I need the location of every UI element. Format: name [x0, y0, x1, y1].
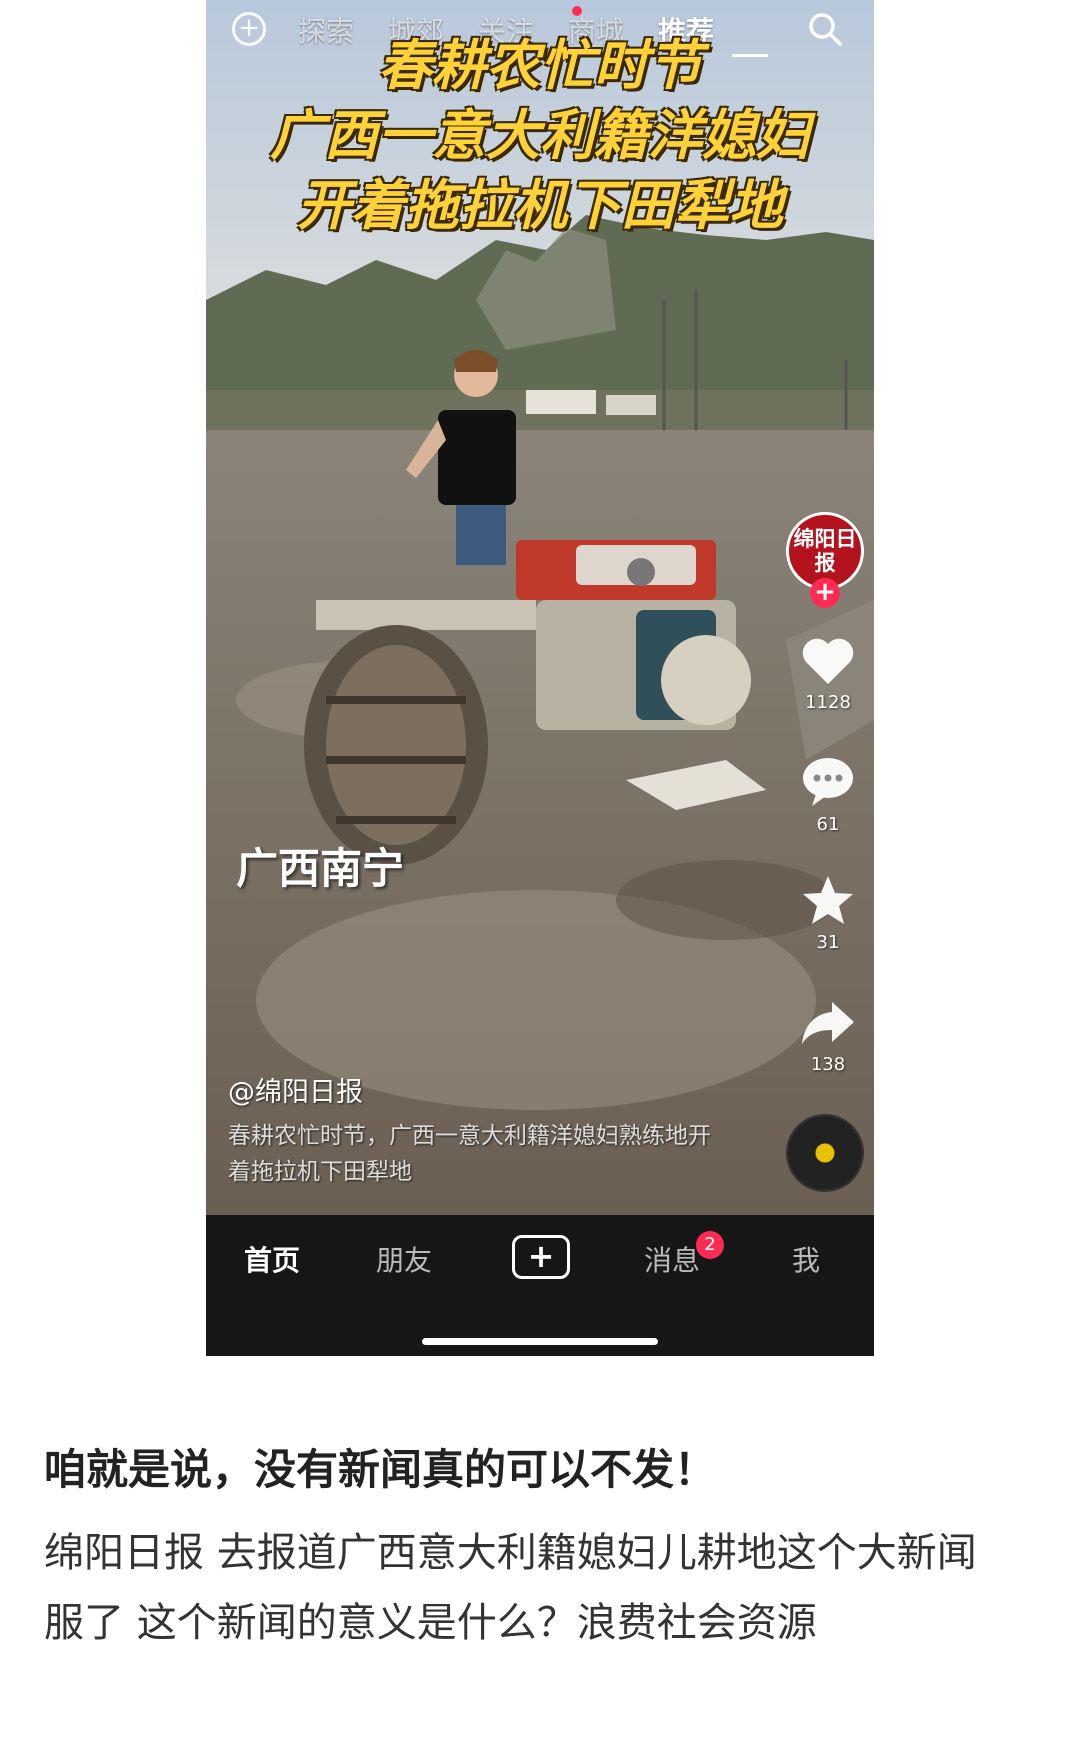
post-line-1: 绵阳日报 去报道广西意大利籍媳妇儿耕地这个大新闻: [44, 1530, 977, 1576]
headline-line-2: 广西一意大利籍洋媳妇: [270, 103, 810, 167]
like-count: 1128: [805, 692, 851, 713]
bottom-nav: 首页 朋友 + 消息 2 我: [206, 1215, 874, 1356]
location-tag: 广西南宁: [236, 844, 405, 893]
headline-line-3: 开着拖拉机下田犁地: [297, 173, 783, 237]
video-screenshot: + 探索 城郊 关注 商城 推荐 春耕农忙时节 广西一意大利籍洋媳妇 开着拖拉机…: [206, 0, 874, 1356]
video-headline: 春耕农忙时节 广西一意大利籍洋媳妇 开着拖拉机下田犁地: [206, 30, 874, 240]
like-button[interactable]: 1128: [788, 636, 868, 713]
follow-button[interactable]: +: [810, 578, 840, 608]
nav-me[interactable]: 我: [792, 1239, 820, 1279]
heart-icon: [802, 638, 854, 684]
share-button[interactable]: 138: [788, 998, 868, 1075]
comment-icon: [803, 758, 853, 806]
post-title: 咱就是说，没有新闻真的可以不发！: [44, 1445, 717, 1494]
favorite-count: 31: [816, 932, 840, 953]
nav-home[interactable]: 首页: [244, 1239, 300, 1279]
star-icon: [803, 876, 853, 924]
avatar-text: 绵阳日报: [793, 527, 857, 575]
share-count: 138: [810, 1054, 846, 1075]
comment-button[interactable]: 61: [788, 756, 868, 835]
headline-line-1: 春耕农忙时节: [378, 33, 702, 97]
nav-friends[interactable]: 朋友: [376, 1239, 432, 1279]
comment-count: 61: [816, 814, 840, 835]
post-body: 绵阳日报 去报道广西意大利籍媳妇儿耕地这个大新闻 服了 这个新闻的意义是什么？浪…: [44, 1518, 1024, 1658]
create-button[interactable]: +: [512, 1235, 570, 1279]
home-indicator: [422, 1338, 658, 1345]
music-disc-icon[interactable]: [788, 1116, 862, 1190]
share-arrow-icon: [802, 1002, 854, 1044]
favorite-button[interactable]: 31: [788, 874, 868, 953]
messages-badge: 2: [696, 1231, 724, 1259]
post-line-2: 服了 这个新闻的意义是什么？浪费社会资源: [44, 1600, 817, 1646]
author-handle[interactable]: @绵阳日报: [228, 1070, 363, 1109]
nav-messages[interactable]: 消息: [644, 1239, 700, 1279]
video-caption[interactable]: 春耕农忙时节，广西一意大利籍洋媳妇熟练地开着拖拉机下田犁地: [228, 1118, 718, 1190]
